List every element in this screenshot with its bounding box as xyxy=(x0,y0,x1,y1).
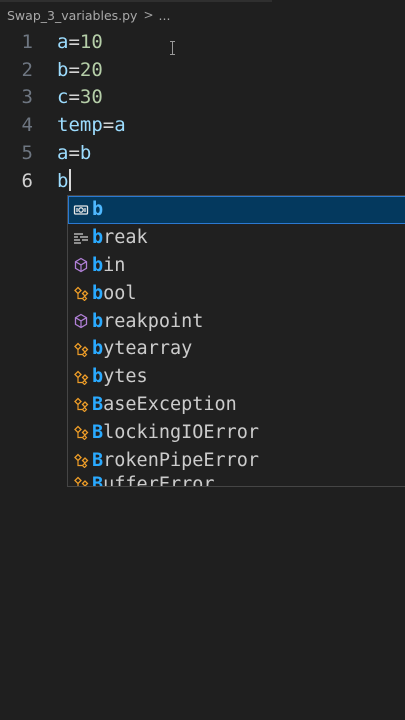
code-token: temp xyxy=(57,114,103,137)
variable-icon xyxy=(72,201,90,219)
code-token: = xyxy=(68,141,80,164)
code-token: = xyxy=(68,31,80,53)
line-text[interactable]: b xyxy=(57,167,72,195)
code-token: b xyxy=(79,141,92,164)
suggestion-label: BaseException xyxy=(92,394,237,415)
suggestion-item[interactable]: breakpoint xyxy=(68,307,405,335)
suggestion-rest: reak xyxy=(103,227,148,249)
class-icon xyxy=(72,284,90,302)
code-line[interactable]: 6b xyxy=(0,167,405,195)
suggestion-item[interactable]: bool xyxy=(68,279,405,307)
line-text[interactable]: temp=a xyxy=(57,111,126,139)
suggestion-match: b xyxy=(92,310,104,332)
code-token: 30 xyxy=(79,86,103,109)
suggestion-rest: ufferError xyxy=(103,473,215,486)
vscode-editor: Swap_3_variables.py > ... 1 a=10 2 b=20 3 c=3… xyxy=(0,0,405,720)
suggestion-match: b xyxy=(92,282,104,304)
code-token: b xyxy=(57,58,69,81)
keyword-icon xyxy=(72,229,90,247)
code-token: = xyxy=(68,58,80,81)
suggestion-rest: rokenPipeError xyxy=(103,449,260,471)
code-line[interactable]: 3 c=30 xyxy=(0,83,405,111)
line-number: 5 xyxy=(21,141,33,164)
suggestion-item[interactable]: bytearray xyxy=(68,335,405,363)
code-token: c xyxy=(57,86,69,109)
suggestion-rest: lockingIOError xyxy=(103,421,260,443)
line-text[interactable]: b=20 xyxy=(57,56,103,84)
suggestion-match: b xyxy=(92,254,104,276)
code-token: b xyxy=(57,169,69,192)
breadcrumb-file[interactable]: Swap_3_variables.py xyxy=(7,8,137,23)
suggestion-label: break xyxy=(92,227,148,248)
suggestion-match: B xyxy=(92,393,104,415)
function-icon xyxy=(72,256,90,274)
suggestion-label: bin xyxy=(92,255,125,276)
code-token: a xyxy=(114,114,126,137)
line-number: 6 xyxy=(21,169,33,192)
function-icon xyxy=(72,312,90,330)
suggestion-widget[interactable]: b break bin bool breakpoint bytearray bytes Bas… xyxy=(67,195,405,487)
suggestion-rest: ytes xyxy=(103,366,148,388)
suggestion-label: BufferError xyxy=(92,474,215,486)
class-icon xyxy=(72,395,90,413)
line-text[interactable]: a=10 xyxy=(57,28,103,56)
suggestion-item[interactable]: BrokenPipeError xyxy=(68,446,405,474)
suggestion-match: b xyxy=(92,366,104,388)
breadcrumb: Swap_3_variables.py > ... xyxy=(0,0,405,30)
suggestion-item[interactable]: BlockingIOError xyxy=(68,418,405,446)
suggestion-label: bytes xyxy=(92,366,148,387)
code-token: 10 xyxy=(79,31,103,53)
suggestion-label: bool xyxy=(92,283,137,304)
line-text[interactable]: a=b xyxy=(57,139,91,167)
suggestion-match: B xyxy=(92,473,104,486)
code-token: = xyxy=(102,114,115,137)
suggestion-match: B xyxy=(92,449,104,471)
suggestion-match: b xyxy=(92,199,104,221)
code-line[interactable]: 4 temp=a xyxy=(0,111,405,139)
code-token: = xyxy=(68,86,80,109)
suggestion-rest: in xyxy=(103,254,126,276)
code-token: 20 xyxy=(79,58,103,81)
line-number: 2 xyxy=(21,58,33,81)
class-icon xyxy=(72,474,90,486)
line-text[interactable]: c=30 xyxy=(57,83,103,111)
suggestion-item[interactable]: bin xyxy=(68,252,405,280)
suggestion-item[interactable]: bytes xyxy=(68,363,405,391)
class-icon xyxy=(72,368,90,386)
code-token: a xyxy=(57,31,69,53)
class-icon xyxy=(72,423,90,441)
suggestion-match: b xyxy=(92,227,104,249)
suggestion-item[interactable]: BufferError xyxy=(68,474,405,486)
suggestion-rest: ool xyxy=(103,282,137,304)
suggestion-item[interactable]: b xyxy=(68,196,405,224)
suggestion-label: b xyxy=(92,199,103,220)
suggestion-match: B xyxy=(92,421,104,443)
suggestion-item[interactable]: break xyxy=(68,224,405,252)
code-line[interactable]: 5 a=b xyxy=(0,139,405,167)
suggestion-label: bytearray xyxy=(92,338,192,359)
chevron-right-icon: > xyxy=(143,8,154,22)
suggestion-label: breakpoint xyxy=(92,311,203,332)
line-number: 1 xyxy=(21,31,33,53)
class-icon xyxy=(72,451,90,469)
suggestion-item[interactable]: BaseException xyxy=(68,391,405,419)
text-caret xyxy=(69,168,72,191)
code-line[interactable]: 2 b=20 xyxy=(0,56,405,84)
line-number: 4 xyxy=(21,114,33,137)
suggestion-rest: aseException xyxy=(103,393,237,415)
line-number: 3 xyxy=(21,86,33,109)
suggestion-label: BrokenPipeError xyxy=(92,450,259,471)
suggestion-rest: ytearray xyxy=(103,338,193,360)
suggestion-rest: reakpoint xyxy=(103,310,204,332)
code-line[interactable]: 1 a=10 xyxy=(0,28,405,56)
text-cursor-icon xyxy=(170,41,175,55)
breadcrumb-more[interactable]: ... xyxy=(159,8,171,23)
class-icon xyxy=(72,340,90,358)
suggestion-match: b xyxy=(92,338,104,360)
suggestion-label: BlockingIOError xyxy=(92,422,259,443)
code-token: a xyxy=(57,141,69,164)
